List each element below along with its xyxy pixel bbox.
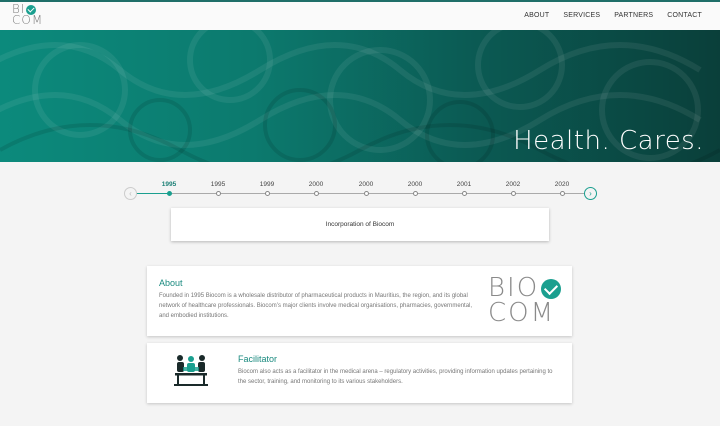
- nav-about[interactable]: ABOUT: [524, 12, 549, 19]
- timeline-year[interactable]: 1999: [252, 181, 282, 188]
- about-content: About Founded in 1995 Biocom is a wholes…: [159, 278, 479, 321]
- timeline-dot[interactable]: [559, 191, 565, 196]
- chevron-right-icon: ›: [589, 189, 592, 198]
- header-logo[interactable]: BI COM: [12, 3, 52, 30]
- timeline-event-card: Incorporation of Biocom: [171, 208, 549, 241]
- meeting-table-icon: [174, 355, 208, 386]
- timeline-dot[interactable]: [412, 191, 418, 196]
- timeline-year[interactable]: 2000: [400, 181, 430, 188]
- site-header: BI COM ABOUT SERVICES PARTNERS CONTACT: [0, 0, 720, 30]
- facilitator-card: Facilitator Biocom also acts as a facili…: [147, 343, 572, 403]
- facilitator-title: Facilitator: [238, 354, 278, 364]
- timeline-year[interactable]: 2000: [301, 181, 331, 188]
- timeline: ‹ › 1995 1995 1999 2000 2000 2000 2001 2…: [0, 162, 720, 202]
- nav-services[interactable]: SERVICES: [563, 12, 600, 19]
- chevron-left-icon: ‹: [129, 189, 132, 198]
- nav-contact[interactable]: CONTACT: [667, 12, 702, 19]
- timeline-year[interactable]: 2001: [449, 181, 479, 188]
- about-body: Founded in 1995 Biocom is a wholesale di…: [159, 293, 473, 319]
- timeline-dot[interactable]: [264, 191, 270, 196]
- timeline-year[interactable]: 2002: [498, 181, 528, 188]
- timeline-dot[interactable]: [510, 191, 516, 196]
- timeline-prev-button[interactable]: ‹: [124, 187, 137, 200]
- check-icon: [26, 4, 37, 15]
- timeline-dot[interactable]: [363, 191, 369, 196]
- main-nav: ABOUT SERVICES PARTNERS CONTACT: [524, 12, 702, 19]
- timeline-dot[interactable]: [461, 191, 467, 196]
- hero-banner: Health. Cares.: [0, 30, 720, 162]
- about-card: About Founded in 1995 Biocom is a wholes…: [147, 266, 572, 336]
- timeline-next-button[interactable]: ›: [584, 187, 597, 200]
- logo-line-2: COM: [12, 13, 44, 27]
- about-logo: BIO COM: [488, 275, 562, 328]
- facilitator-content: Facilitator Biocom also acts as a facili…: [238, 354, 558, 387]
- timeline-year[interactable]: 2020: [547, 181, 577, 188]
- timeline-track: [136, 193, 588, 194]
- timeline-year[interactable]: 2000: [351, 181, 381, 188]
- about-logo-line-2: COM: [488, 298, 556, 328]
- timeline-year[interactable]: 1995: [203, 181, 233, 188]
- timeline-dot[interactable]: [215, 191, 221, 196]
- about-title: About: [159, 278, 183, 288]
- facilitator-body: Biocom also acts as a facilitator in the…: [238, 369, 553, 385]
- hero-title: Health. Cares.: [513, 126, 704, 156]
- timeline-dot[interactable]: [313, 191, 319, 196]
- check-icon: [541, 278, 562, 299]
- timeline-progress: [136, 193, 169, 194]
- timeline-event-text: Incorporation of Biocom: [325, 221, 395, 228]
- timeline-year[interactable]: 1995: [154, 181, 184, 188]
- timeline-dot[interactable]: [166, 191, 172, 196]
- nav-partners[interactable]: PARTNERS: [614, 12, 653, 19]
